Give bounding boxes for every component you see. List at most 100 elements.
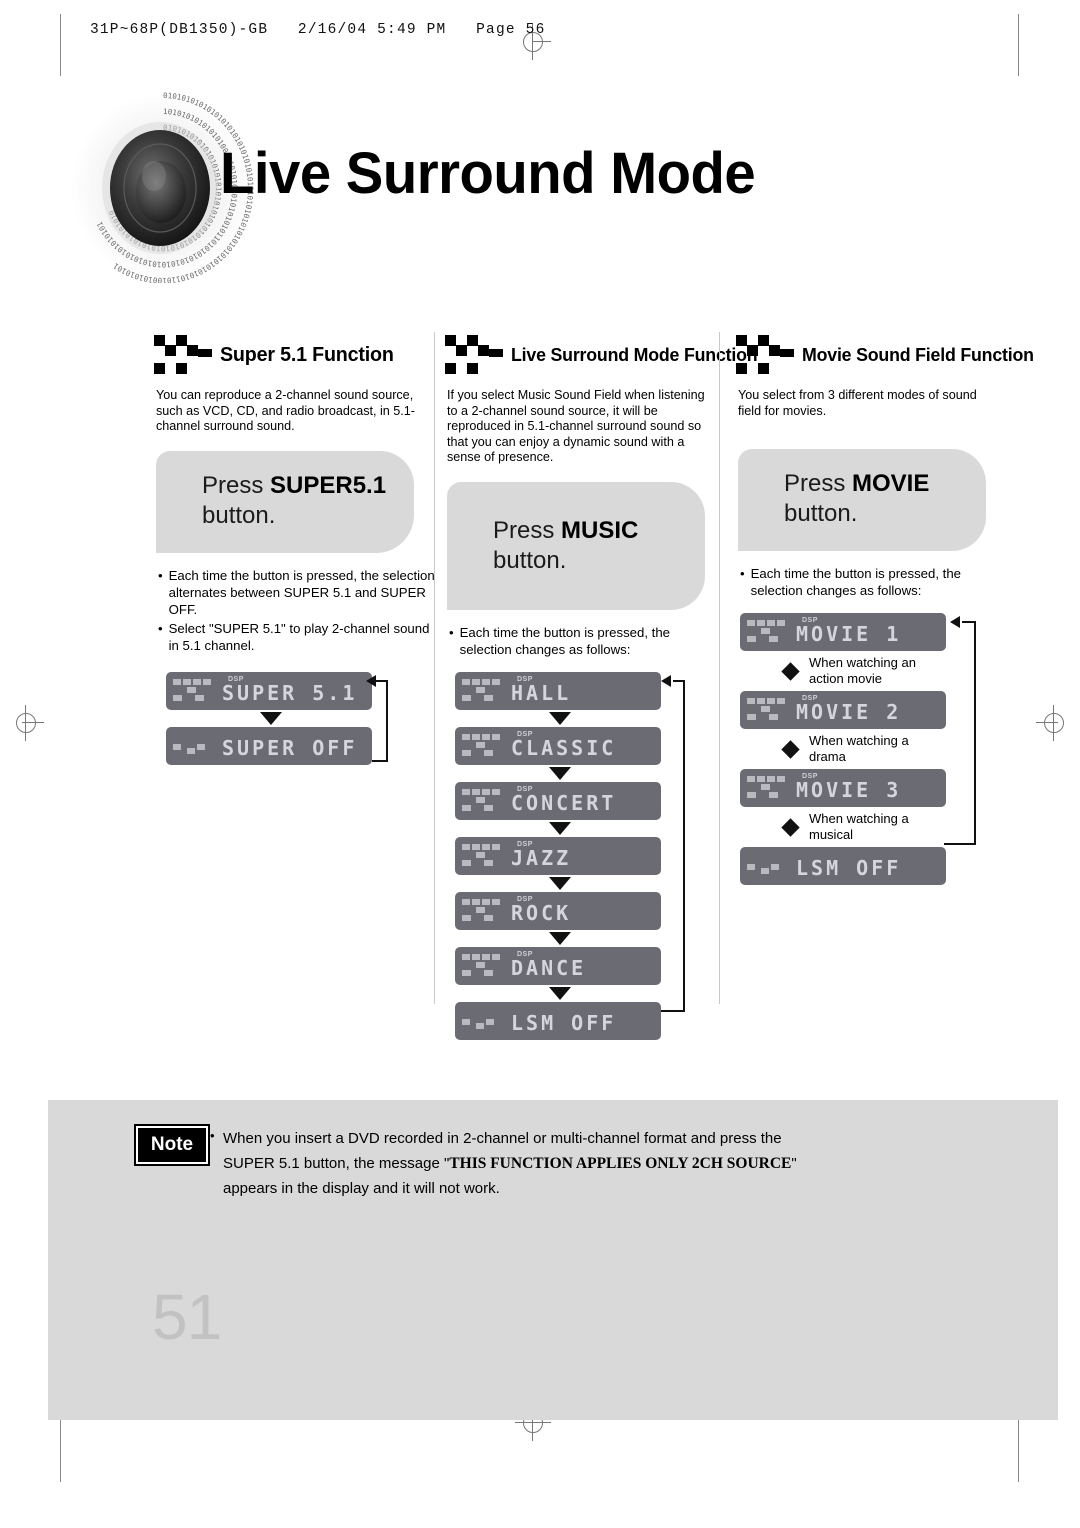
section-description-3: You select from 3 different modes of sou… bbox=[738, 388, 977, 418]
section-header-2: Live Surround Mode Function bbox=[441, 332, 758, 378]
section-description-1: You can reproduce a 2-channel sound sour… bbox=[156, 388, 415, 433]
flow-diamond-icon bbox=[781, 661, 800, 681]
section-header-3: Movie Sound Field Function bbox=[732, 332, 1034, 378]
lcd-value: MOVIE 3 bbox=[796, 778, 902, 802]
flow-arrow-down-icon bbox=[549, 876, 571, 890]
flow-arrow-down-icon bbox=[260, 711, 282, 725]
lcd-value: CONCERT bbox=[511, 790, 617, 815]
note-line-2-emphasis: THIS FUNCTION APPLIES ONLY 2CH SOURCE bbox=[449, 1155, 792, 1172]
lcd-value: MOVIE 2 bbox=[796, 700, 902, 724]
lcd-speaker-icons bbox=[173, 734, 219, 758]
lcd-speaker-icons bbox=[462, 678, 508, 703]
bullet-dot-icon: • bbox=[158, 620, 163, 636]
print-file-header: 31P~68P(DB1350)-GB 2/16/04 5:49 PM Page … bbox=[90, 22, 546, 38]
lcd-display: LSM OFF bbox=[455, 1001, 661, 1040]
lcd-value: LSM OFF bbox=[796, 856, 902, 880]
annotation-text: When watching a musical bbox=[809, 811, 909, 842]
flow-diamond-icon bbox=[781, 817, 800, 837]
lcd-display: DSP JAZZ bbox=[455, 836, 661, 875]
lcd-value: ROCK bbox=[511, 900, 572, 925]
bullet-dot-icon: • bbox=[740, 566, 745, 581]
press-suffix-2: button. bbox=[493, 546, 567, 574]
section-title-1: Super 5.1 Function bbox=[220, 343, 394, 366]
bullet-text: Each time the button is pressed, the sel… bbox=[750, 566, 962, 598]
lcd-value: DANCE bbox=[511, 955, 587, 980]
press-suffix-3: button. bbox=[784, 500, 858, 527]
lcd-speaker-icons bbox=[462, 953, 508, 978]
press-prefix-3: Press bbox=[784, 470, 853, 497]
loop-line-bottom bbox=[661, 1009, 685, 1012]
lcd-display: DSP MOVIE 3 bbox=[740, 769, 946, 807]
flow-arrow-down-icon bbox=[549, 766, 571, 780]
bullet-list-2: • Each time the button is pressed, the s… bbox=[449, 624, 720, 658]
note-line-3: appears in the display and it will not w… bbox=[223, 1180, 500, 1197]
note-bullet-icon: • bbox=[210, 1128, 215, 1143]
registration-mark-right bbox=[1036, 705, 1072, 741]
note-line-1: When you insert a DVD recorded in 2-chan… bbox=[223, 1130, 782, 1147]
checkered-chevron-icon bbox=[445, 335, 503, 374]
lcd-display: DSP MOVIE 2 bbox=[740, 691, 946, 729]
lcd-speaker-icons bbox=[747, 776, 793, 800]
crop-mark-bottom-left bbox=[60, 1420, 61, 1482]
annotation-row: When watching a drama bbox=[740, 729, 996, 769]
press-button-name-3: MOVIE bbox=[852, 470, 930, 497]
press-button-name-1: SUPER5.1 bbox=[270, 471, 387, 499]
lcd-display: DSP CONCERT bbox=[455, 781, 661, 820]
loop-line-vertical bbox=[683, 679, 685, 1012]
loop-line-bottom bbox=[372, 759, 388, 762]
lcd-value: SUPER 5.1 bbox=[222, 680, 358, 705]
loop-arrowhead-icon bbox=[661, 674, 671, 687]
lcd-display: SUPER OFF bbox=[166, 726, 372, 765]
lcd-display: DSP ROCK bbox=[455, 891, 661, 930]
lcd-display: DSP HALL bbox=[455, 671, 661, 710]
press-instruction-3: Press MOVIE button. bbox=[738, 449, 986, 551]
lcd-value: SUPER OFF bbox=[222, 735, 358, 760]
loop-line-top bbox=[673, 679, 685, 682]
lcd-speaker-icons bbox=[462, 733, 508, 758]
bullet-dot-icon: • bbox=[158, 567, 163, 583]
crop-mark-bottom-right bbox=[1018, 1420, 1019, 1482]
flow-arrow-down-icon bbox=[549, 931, 571, 945]
press-instruction-2: Press MUSIC button. bbox=[447, 481, 705, 610]
annotation-row: When watching a musical bbox=[740, 807, 996, 847]
section-header-1: Super 5.1 Function bbox=[150, 332, 435, 378]
display-sequence-3: DSP MOVIE 1 When watching an action movi… bbox=[740, 613, 996, 885]
page-number: 51 bbox=[152, 1281, 222, 1353]
lcd-speaker-icons bbox=[462, 788, 508, 813]
display-sequence-2: DSP HALL DSP CLASSIC DSP CONCERT DSP JAZ… bbox=[455, 671, 705, 1040]
crop-mark-right bbox=[1018, 14, 1019, 76]
bullet-text: Select "SUPER 5.1" to play 2-channel sou… bbox=[168, 620, 430, 653]
loop-line-vertical bbox=[386, 679, 388, 762]
list-item: • Select "SUPER 5.1" to play 2-channel s… bbox=[158, 620, 435, 654]
press-button-name-2: MUSIC bbox=[561, 516, 639, 544]
column-super51: Super 5.1 Function You can reproduce a 2… bbox=[150, 332, 435, 1012]
lcd-speaker-icons bbox=[747, 620, 793, 644]
bullet-dot-icon: • bbox=[449, 624, 454, 640]
lcd-speaker-icons bbox=[462, 898, 508, 923]
lcd-display: DSP DANCE bbox=[455, 946, 661, 985]
press-prefix-2: Press bbox=[493, 516, 562, 544]
loop-line-top bbox=[962, 621, 976, 623]
feature-columns: Super 5.1 Function You can reproduce a 2… bbox=[150, 332, 1034, 1040]
flow-arrow-down-icon bbox=[549, 821, 571, 835]
bullet-text: Each time the button is pressed, the sel… bbox=[459, 624, 671, 657]
annotation-row: When watching an action movie bbox=[740, 651, 996, 691]
press-suffix-1: button. bbox=[202, 501, 276, 529]
bullet-text: Each time the button is pressed, the sel… bbox=[168, 567, 435, 617]
section-description-2: If you select Music Sound Field when lis… bbox=[447, 388, 705, 464]
page-title: Live Surround Mode bbox=[220, 141, 756, 206]
annotation-text: When watching a drama bbox=[809, 733, 909, 764]
note-badge: Note bbox=[134, 1124, 210, 1166]
loop-arrowhead-icon bbox=[366, 674, 376, 687]
lcd-value: HALL bbox=[511, 680, 572, 705]
loop-line-vertical bbox=[974, 621, 976, 845]
list-item: • Each time the button is pressed, the s… bbox=[158, 567, 435, 618]
lcd-speaker-icons bbox=[173, 678, 219, 703]
press-instruction-1: Press SUPER5.1 button. bbox=[156, 450, 414, 553]
display-sequence-1: DSP SUPER 5.1 SUPER OFF bbox=[160, 671, 410, 765]
note-line-2a: SUPER 5.1 button, the message " bbox=[223, 1155, 450, 1172]
flow-arrow-down-icon bbox=[549, 986, 571, 1000]
list-item: • Each time the button is pressed, the s… bbox=[449, 624, 720, 658]
registration-mark-left bbox=[8, 705, 44, 741]
lcd-value: LSM OFF bbox=[511, 1010, 617, 1035]
